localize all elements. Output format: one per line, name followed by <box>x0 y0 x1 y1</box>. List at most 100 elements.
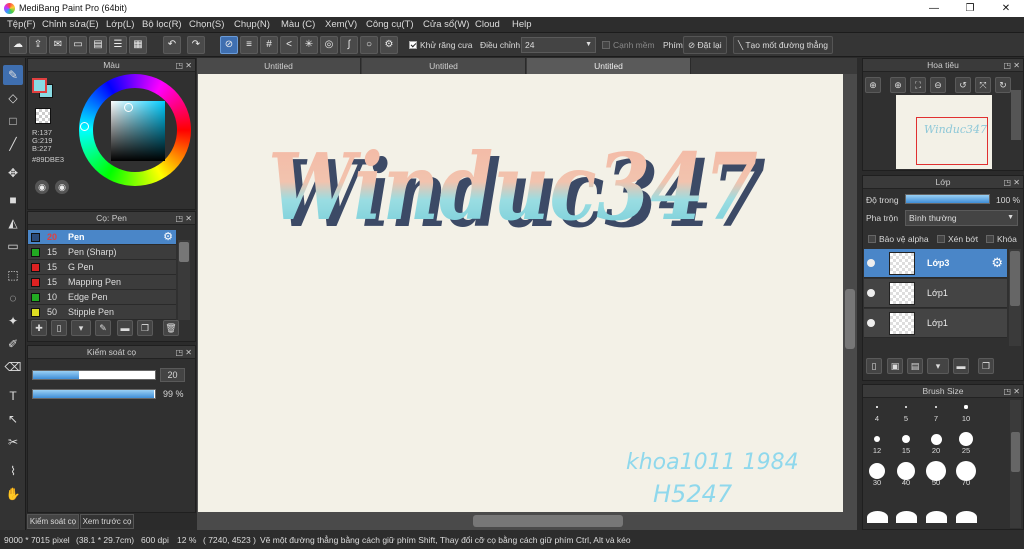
gear-icon[interactable]: ⚙ <box>380 36 398 54</box>
transparent-swatch[interactable] <box>35 108 51 124</box>
clip-check[interactable] <box>937 235 945 243</box>
brush-scroll-thumb[interactable] <box>179 242 189 262</box>
layer-row[interactable]: Lớp1 <box>864 309 1007 338</box>
brush-import-icon[interactable]: ▾ <box>71 320 91 336</box>
brush-item[interactable]: 15 Pen (Sharp) <box>28 245 176 260</box>
brush-item[interactable]: 50 Stipple Pen <box>28 305 176 320</box>
canvas-hscroll[interactable] <box>197 512 857 530</box>
panel-close-icon[interactable]: ◳ ✕ <box>1004 176 1020 189</box>
move-tool-icon[interactable]: ✥ <box>3 163 23 183</box>
brush-size-scroll-thumb[interactable] <box>1011 432 1020 472</box>
chat-icon[interactable]: ▭ <box>69 36 87 54</box>
hscroll-thumb[interactable] <box>473 515 623 527</box>
ellipse-snap-icon[interactable]: ○ <box>360 36 378 54</box>
tab-brush-preview[interactable]: Xem trước cọ <box>80 514 134 529</box>
select-tool-icon[interactable]: ⬚ <box>3 265 23 285</box>
new-layer-icon[interactable]: ▯ <box>866 358 882 374</box>
make-line-button[interactable]: ╲ Tạo mốt đường thẳng <box>733 36 833 54</box>
cross-snap-icon[interactable]: # <box>260 36 278 54</box>
visibility-icon[interactable] <box>867 319 875 327</box>
brush-size-dot[interactable] <box>925 510 947 523</box>
curve-snap-icon[interactable]: ∫ <box>340 36 358 54</box>
brush-copy-icon[interactable]: ❐ <box>137 320 153 336</box>
cloud-icon[interactable]: ☁ <box>9 36 27 54</box>
tab-untitled-2[interactable]: Untitled <box>362 58 526 74</box>
fill-rect-tool-icon[interactable]: ■ <box>3 190 23 210</box>
brush-new-icon[interactable]: ▯ <box>51 320 67 336</box>
zoom-in-2-icon[interactable]: ⊕ <box>890 77 906 93</box>
vanish-snap-icon[interactable]: < <box>280 36 298 54</box>
select-eraser-icon[interactable]: ⌫ <box>3 357 23 377</box>
sv-cursor[interactable] <box>124 103 133 112</box>
brush-size-dot[interactable] <box>955 510 977 523</box>
menu-cloud[interactable]: Cloud <box>475 19 500 30</box>
tab-brush-control[interactable]: Kiểm soát cọ <box>27 514 79 529</box>
circle-snap-icon[interactable]: ◎ <box>320 36 338 54</box>
tab-untitled-3[interactable]: Untitled <box>527 58 691 74</box>
comment-icon[interactable]: ✉ <box>49 36 67 54</box>
fit-icon[interactable]: ⛶ <box>910 77 926 93</box>
menu-layer[interactable]: Lớp(L) <box>106 19 134 30</box>
reset-button[interactable]: ⊘ Đặt lại <box>683 36 727 54</box>
navigator-thumbnail[interactable]: Winduc347 <box>896 95 992 169</box>
blend-mode-dropdown[interactable]: Bình thường ▼ <box>905 210 1018 226</box>
navigator-scrollbar[interactable] <box>1011 90 1021 140</box>
navigator-viewport[interactable] <box>916 117 988 165</box>
palette-icon[interactable]: ◉ <box>35 180 49 194</box>
layer-folder-icon[interactable]: ▬ <box>953 358 969 374</box>
brush-item[interactable]: 15 G Pen <box>28 260 176 275</box>
parallel-snap-icon[interactable]: ≡ <box>240 36 258 54</box>
menu-capture[interactable]: Chụp(N) <box>234 19 270 30</box>
close-button[interactable]: ✕ <box>988 0 1024 17</box>
menu-filter[interactable]: Bộ lọc(R) <box>142 19 182 30</box>
gradient-tool-icon[interactable]: ▭ <box>3 236 23 256</box>
menu-help[interactable]: Help <box>512 19 532 30</box>
antialias-checkbox[interactable]: Khử răng cưa <box>409 40 473 50</box>
hue-cursor[interactable] <box>80 122 89 131</box>
flip-icon[interactable]: ⤧ <box>975 77 991 93</box>
eraser-tool-icon[interactable]: ◇ <box>3 88 23 108</box>
layer-row[interactable]: Lớp3 ⚙ <box>864 249 1007 278</box>
menu-tools[interactable]: Công cụ(T) <box>366 19 414 30</box>
redo-icon[interactable]: ↷ <box>187 36 205 54</box>
menu-window[interactable]: Cửa sổ(W) <box>423 19 469 30</box>
brush-list-scrollbar[interactable] <box>178 240 190 320</box>
bucket-tool-icon[interactable]: ◭ <box>3 213 23 233</box>
protect-alpha-checkbox[interactable]: Bảo vệ alpha <box>868 234 929 244</box>
antialias-check[interactable] <box>409 41 417 49</box>
menu-file[interactable]: Tệp(F) <box>7 19 36 30</box>
brush-settings-gear-icon[interactable]: ⚙ <box>163 230 173 245</box>
lock-check[interactable] <box>986 235 994 243</box>
layer-settings-gear-icon[interactable]: ⚙ <box>991 255 1003 271</box>
layer-scrollbar[interactable] <box>1009 249 1021 346</box>
zoom-out-icon[interactable]: ⊖ <box>930 77 946 93</box>
brush-size-dot[interactable] <box>895 510 917 523</box>
menu-view[interactable]: Xem(V) <box>325 19 357 30</box>
grid-icon[interactable]: ▦ <box>129 36 147 54</box>
new-halftone-layer-icon[interactable]: ▣ <box>887 358 903 374</box>
adjust-dropdown[interactable]: 24 ▼ <box>521 37 596 53</box>
eyedropper-tool-icon[interactable]: ⌇ <box>3 461 23 481</box>
minimize-button[interactable]: — <box>916 0 952 17</box>
rotate-right-icon[interactable]: ↻ <box>995 77 1011 93</box>
layer-menu-icon[interactable]: ▾ <box>927 358 949 374</box>
menu-edit[interactable]: Chỉnh sửa(E) <box>42 19 99 30</box>
brush-add-icon[interactable]: ✚ <box>31 320 47 336</box>
brush-tool-icon[interactable]: ✎ <box>3 65 23 85</box>
brush-size-dot[interactable] <box>930 433 942 445</box>
document-icon[interactable]: ▤ <box>89 36 107 54</box>
canvas-paper[interactable]: Winduc347 Winduc347 khoa1011 1984 H5247 <box>198 74 843 512</box>
line-tool-icon[interactable]: ╱ <box>3 134 23 154</box>
sharpen-check[interactable] <box>602 41 610 49</box>
share-icon[interactable]: ⇪ <box>29 36 47 54</box>
new-1bit-layer-icon[interactable]: ▤ <box>907 358 923 374</box>
saturation-value-picker[interactable] <box>111 101 165 161</box>
brush-size-value[interactable]: 20 <box>160 368 185 382</box>
operation-tool-icon[interactable]: ↖ <box>3 409 23 429</box>
fg-color-swatch[interactable] <box>32 78 47 93</box>
brush-size-dot[interactable] <box>866 510 888 523</box>
brush-delete-icon[interactable]: 🗑 <box>163 320 179 336</box>
rotate-left-icon[interactable]: ↺ <box>955 77 971 93</box>
layer-scroll-thumb[interactable] <box>1010 251 1020 306</box>
brush-item[interactable]: 15 Mapping Pen <box>28 275 176 290</box>
